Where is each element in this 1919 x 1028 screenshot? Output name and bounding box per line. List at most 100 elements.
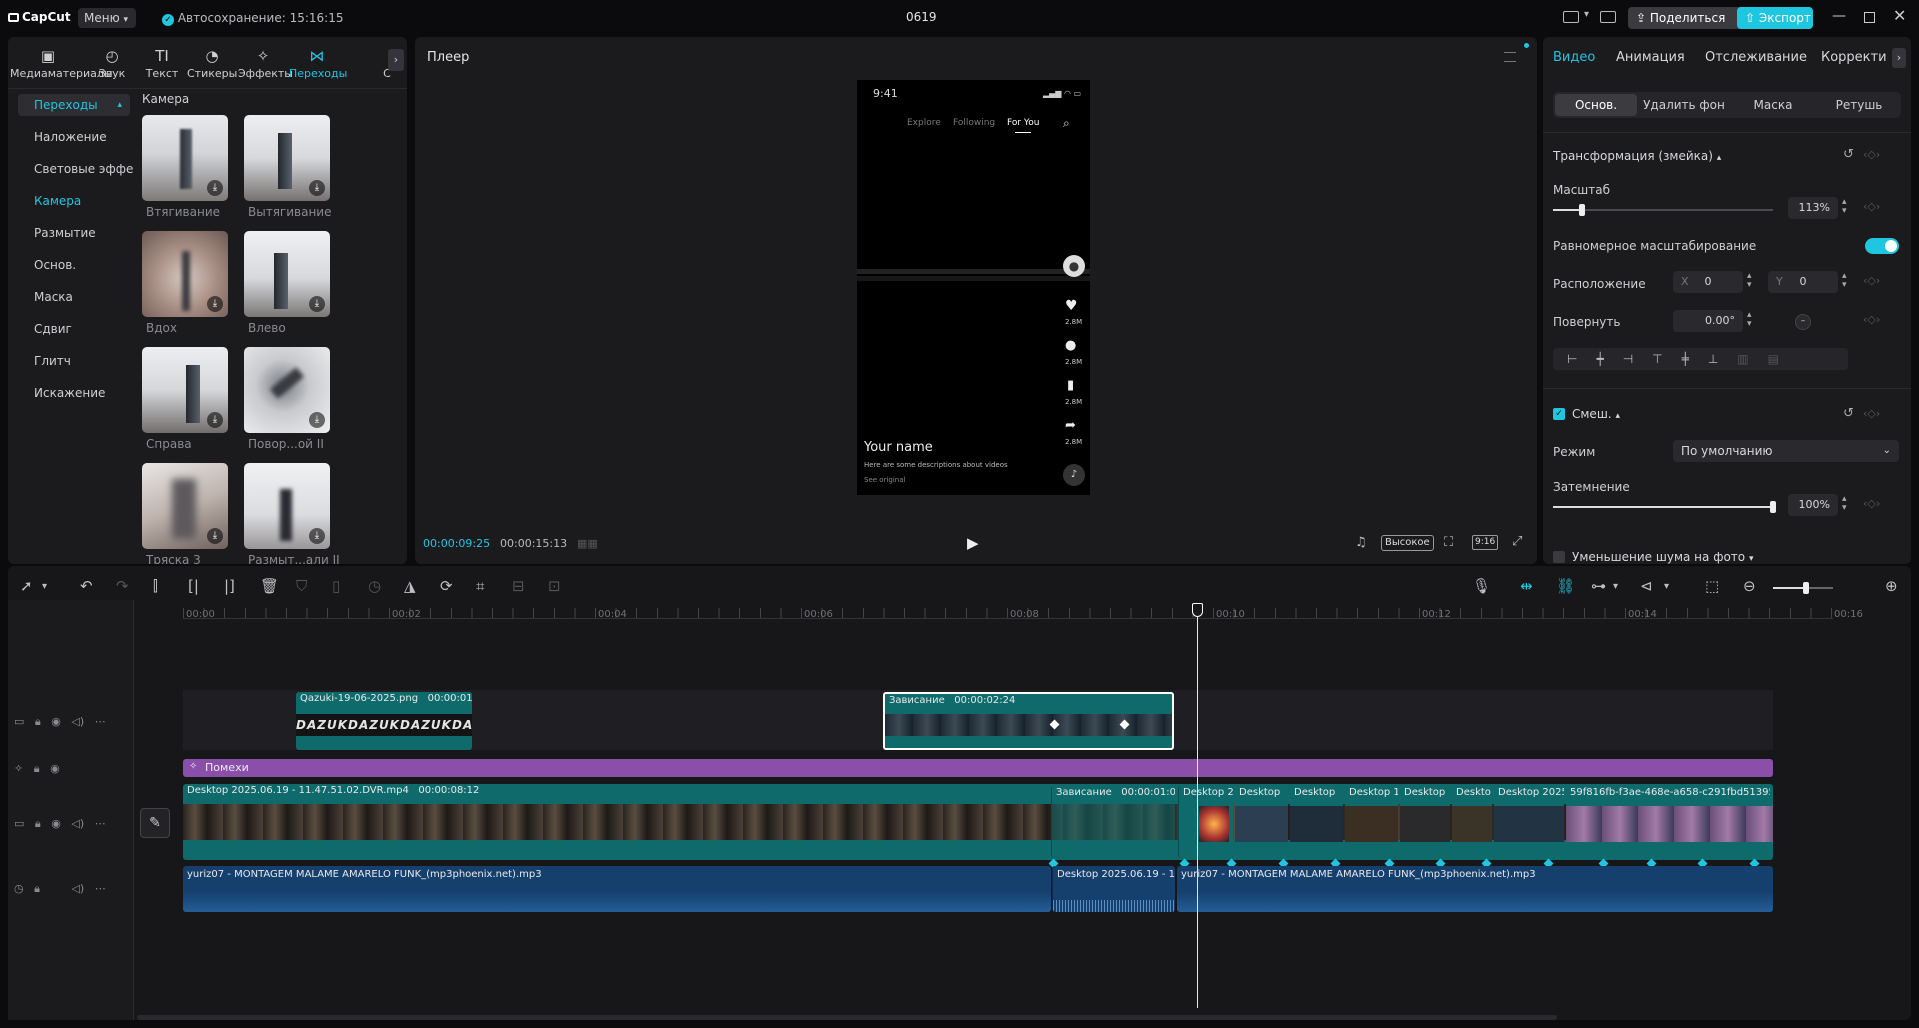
distribute-v-icon[interactable]: ▤	[1768, 352, 1798, 366]
video-preview[interactable]: 9:41 ▂▄▆ ◠ ▭ Explore Following For You ⌕…	[857, 80, 1090, 495]
download-icon[interactable]: ⤓	[207, 296, 223, 312]
transition-thumb[interactable]: ⤓	[244, 115, 330, 201]
main-segment[interactable]: Desktop	[1290, 786, 1343, 858]
auto-snap-icon[interactable]: ⛓	[1556, 577, 1575, 595]
share-button[interactable]: ⇪ Поделиться	[1628, 7, 1745, 29]
redo-icon[interactable]: ↷	[116, 577, 129, 595]
timeline-scrollbar[interactable]	[137, 1015, 1557, 1020]
position-y-field[interactable]: Y0	[1768, 271, 1838, 293]
stepper-icon[interactable]: ▴ ▾	[1747, 311, 1752, 329]
transition-thumb[interactable]: ⤓	[142, 231, 228, 317]
chevron-right-icon[interactable]: ›	[1892, 48, 1906, 68]
rotate-value[interactable]: 0.00°	[1673, 310, 1743, 332]
main-segment[interactable]: Deskto	[1452, 786, 1492, 858]
maximize-icon[interactable]	[1864, 12, 1875, 23]
zoom-in-icon[interactable]: ⊕	[1885, 577, 1898, 595]
eye-icon[interactable]: ◉	[50, 762, 60, 775]
screen-icon[interactable]: ⬚	[1705, 577, 1719, 595]
split-right-icon[interactable]: |]	[224, 577, 235, 595]
tab-media[interactable]: ▣ Медиаматериалы	[10, 37, 113, 87]
preview-axis-icon[interactable]: ⊲	[1640, 577, 1653, 595]
tab-text[interactable]: TI Текст	[138, 37, 186, 87]
lock-icon[interactable]: 🔒︎	[35, 817, 41, 830]
chevron-down-icon[interactable]: ▾	[1613, 581, 1618, 592]
keyframe-icon[interactable]: ‹◇›	[1863, 407, 1880, 420]
keyframe-icon[interactable]: ‹◇›	[1863, 274, 1880, 287]
scale-value[interactable]: 113%	[1788, 197, 1838, 219]
playhead[interactable]	[1197, 603, 1198, 1008]
keyframe-icon[interactable]: ‹◇›	[1863, 200, 1880, 213]
mirror-icon[interactable]: ◮	[404, 577, 416, 595]
main-transition-segment[interactable]: Зависание 00:00:01:06	[1051, 786, 1175, 858]
main-segment[interactable]: 59f816fb-f3ae-468e-a658-c291fbd51395.r	[1566, 786, 1773, 858]
audio-clip[interactable]: Desktop 2025.06.19 - 14	[1052, 866, 1175, 912]
category-transitions[interactable]: Переходы ▴	[18, 94, 130, 116]
transition-thumb[interactable]: ⤓	[244, 347, 330, 433]
subtab-mask[interactable]: Маска	[1733, 94, 1813, 116]
cover-edit-icon[interactable]: ✎	[140, 808, 170, 838]
align-center-icon[interactable]: ┿	[1596, 352, 1622, 366]
audio-clip[interactable]: yuriz07 - MONTAGEM MALAME AMARELO FUNK_(…	[183, 866, 1051, 912]
undo-icon[interactable]: ↶	[80, 577, 93, 595]
tab-video[interactable]: Видео	[1553, 50, 1595, 65]
denoise-checkbox[interactable]	[1553, 551, 1565, 563]
category-overlay[interactable]: Наложение	[18, 126, 128, 148]
uniform-scale-toggle[interactable]	[1865, 238, 1899, 254]
subtab-basic[interactable]: Основ.	[1555, 94, 1637, 116]
chevron-down-icon[interactable]: ▾	[1664, 581, 1669, 592]
scale-slider-handle[interactable]	[1579, 204, 1585, 216]
overlay-clip-image[interactable]: Qazuki-19-06-2025.png 00:00:01:2 DAZUKDA…	[296, 692, 472, 750]
zoom-slider-handle[interactable]	[1803, 582, 1809, 594]
tab-stickers[interactable]: ◔ Стикеры	[187, 37, 237, 87]
crop-icon[interactable]: ⌗	[476, 577, 484, 595]
main-segment[interactable]: Desktop 2025.	[1494, 786, 1564, 858]
speed-icon[interactable]: ◷	[368, 577, 381, 595]
opacity-value[interactable]: 100%	[1788, 494, 1838, 516]
opacity-slider-handle[interactable]	[1770, 501, 1776, 513]
reset-icon[interactable]: ↺	[1843, 147, 1854, 162]
overlay-clip-selected[interactable]: Зависание 00:00:02:24	[883, 692, 1174, 750]
stepper-icon[interactable]: ▴ ▾	[1842, 495, 1847, 513]
distribute-h-icon[interactable]: ▥	[1737, 352, 1767, 366]
tab-effects[interactable]: ✧ Эффекты	[238, 37, 293, 87]
main-segment[interactable]: Desktop 1	[1345, 786, 1398, 858]
layout-icon[interactable]	[1563, 11, 1579, 23]
playhead-handle[interactable]	[1192, 603, 1203, 617]
subtab-remove-bg[interactable]: Удалить фон	[1641, 94, 1727, 116]
download-icon[interactable]: ⤓	[207, 528, 223, 544]
align-top-icon[interactable]: ⊤	[1652, 352, 1681, 366]
align-bottom-icon[interactable]: ⊥	[1708, 352, 1737, 366]
freeze-icon[interactable]: ▯	[332, 577, 340, 595]
chevron-right-icon[interactable]: ›	[388, 49, 404, 71]
eye-icon[interactable]: ◉	[51, 817, 61, 830]
resize-icon[interactable]: ⊟	[512, 577, 525, 595]
keyboard-icon[interactable]	[1600, 11, 1616, 23]
fullscreen-icon[interactable]: ⤢	[1512, 534, 1522, 549]
keyframe-icon[interactable]: ‹◇›	[1863, 313, 1880, 326]
download-icon[interactable]: ⤓	[309, 412, 325, 428]
lock-icon[interactable]: 🔒︎	[34, 762, 40, 775]
split-icon[interactable]: ⫿	[153, 577, 158, 595]
menu-icon[interactable]	[1504, 52, 1516, 62]
category-glitch[interactable]: Глитч	[18, 350, 128, 372]
ratio-button[interactable]: 9:16	[1472, 535, 1499, 550]
reset-icon[interactable]: ↺	[1843, 406, 1854, 421]
main-track-magnet-icon[interactable]: ⇹	[1520, 577, 1533, 595]
select-tool-icon[interactable]: ➚	[20, 577, 33, 595]
transition-thumb[interactable]: ⤓	[244, 231, 330, 317]
minimize-icon[interactable]: —	[1832, 8, 1846, 24]
tab-animation[interactable]: Анимация	[1616, 50, 1685, 65]
download-icon[interactable]: ⤓	[207, 412, 223, 428]
position-x-field[interactable]: X0	[1673, 271, 1743, 293]
zoom-fit-icon[interactable]: ⛶	[1444, 535, 1453, 550]
transition-thumb[interactable]: ⤓	[244, 463, 330, 549]
link-icon[interactable]: ⊶	[1591, 577, 1606, 595]
stepper-icon[interactable]: ▴ ▾	[1747, 272, 1752, 290]
tiktok-icon[interactable]: ♫	[1355, 535, 1367, 550]
category-light[interactable]: Световые эффе...	[18, 158, 133, 180]
main-segment[interactable]: Desktop	[1400, 786, 1450, 858]
category-blur[interactable]: Размытие	[18, 222, 128, 244]
tab-adjust[interactable]: Корректи	[1821, 50, 1889, 65]
align-left-icon[interactable]: ⊢	[1567, 352, 1596, 366]
tab-transitions[interactable]: ⋈ Переходы	[289, 37, 347, 87]
